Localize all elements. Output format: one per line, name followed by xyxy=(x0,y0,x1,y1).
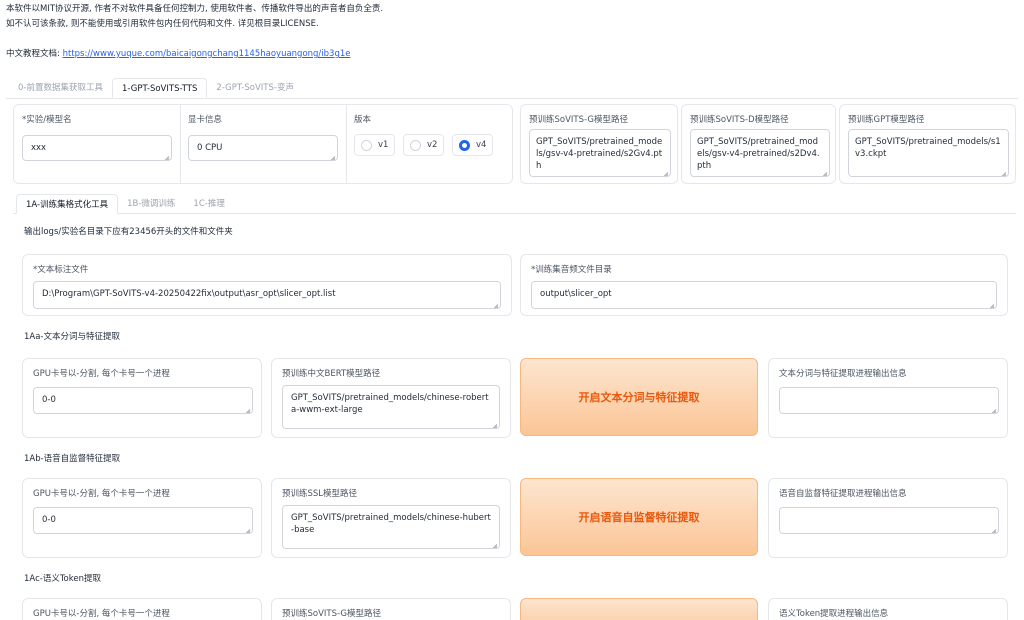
radio-dot xyxy=(361,140,372,151)
list-file-cell: *文本标注文件 D:\Program\GPT-SoVITS-v4-2025042… xyxy=(22,254,512,316)
s2d-input[interactable]: GPT_SoVITS/pretrained_models/gsv-v4-pret… xyxy=(690,129,830,177)
1aa-bert-cell: 预训练中文BERT模型路径 GPT_SoVITS/pretrained_mode… xyxy=(271,358,511,438)
tab-1a-format[interactable]: 1A-训练集格式化工具 xyxy=(16,194,118,214)
license-line-2: 如不认可该条款, 则不能使用或引用软件包内任何代码和文件. 详见根目录LICEN… xyxy=(6,17,383,32)
list-file-input[interactable]: D:\Program\GPT-SoVITS-v4-20250422fix\out… xyxy=(33,281,501,309)
s2g-input[interactable]: GPT_SoVITS/pretrained_models/gsv-v4-pret… xyxy=(529,129,671,177)
1aa-info-cell: 文本分词与特征提取进程输出信息 xyxy=(768,358,1008,438)
1ab-gpu-cell: GPU卡号以-分割, 每个卡号一个进程 0-0 xyxy=(22,478,262,558)
wav-dir-cell: *训练集音频文件目录 output\slicer_opt xyxy=(520,254,1008,316)
doc-line: 中文教程文档: https://www.yuque.com/baicaigong… xyxy=(6,47,351,59)
1ac-info-cell: 语义Token提取进程输出信息 xyxy=(768,598,1008,620)
tab-1c-inference[interactable]: 1C-推理 xyxy=(184,194,233,214)
1ac-gpu-label: GPU卡号以-分割, 每个卡号一个进程 xyxy=(33,607,170,619)
gpu-info-label: 显卡信息 xyxy=(188,113,222,125)
1aa-info-label: 文本分词与特征提取进程输出信息 xyxy=(779,367,907,379)
tab-1b-finetune[interactable]: 1B-微调训练 xyxy=(118,194,184,214)
1ac-model-cell: 预训练SoVITS-G模型路径 xyxy=(271,598,511,620)
1ab-info-cell: 语音自监督特征提取进程输出信息 xyxy=(768,478,1008,558)
1ab-gpu-label: GPU卡号以-分割, 每个卡号一个进程 xyxy=(33,487,170,499)
s2d-cell: 预训练SoVITS-D模型路径 GPT_SoVITS/pretrained_mo… xyxy=(681,104,836,184)
license-line-1: 本软件以MIT协议开源, 作者不对软件具备任何控制力, 使用软件者、传播软件导出… xyxy=(6,2,383,17)
exp-name-input[interactable]: xxx xyxy=(22,135,172,161)
1aa-info-output[interactable] xyxy=(779,387,999,414)
s2g-label: 预训练SoVITS-G模型路径 xyxy=(529,113,628,125)
start-ssl-feature-button[interactable]: 开启语音自监督特征提取 xyxy=(520,478,758,556)
1ab-gpu-input[interactable]: 0-0 xyxy=(33,507,253,534)
wav-dir-label: *训练集音频文件目录 xyxy=(531,263,612,275)
1ac-info-label: 语义Token提取进程输出信息 xyxy=(779,607,888,619)
doc-label: 中文教程文档: xyxy=(6,49,63,59)
version-label: 版本 xyxy=(354,113,371,125)
start-token-extract-button[interactable] xyxy=(520,598,758,620)
1ab-info-label: 语音自监督特征提取进程输出信息 xyxy=(779,487,907,499)
1aa-bert-label: 预训练中文BERT模型路径 xyxy=(282,367,380,379)
start-text-feature-button[interactable]: 开启文本分词与特征提取 xyxy=(520,358,758,436)
output-hint: 输出logs/实验名目录下应有23456开头的文件和文件夹 xyxy=(24,225,233,237)
tab-tts[interactable]: 1-GPT-SoVITS-TTS xyxy=(112,78,207,98)
radio-dot xyxy=(410,140,421,151)
sub-tabs: 1A-训练集格式化工具 1B-微调训练 1C-推理 xyxy=(16,194,234,214)
settings-panel-left: *实验/模型名 xxx 显卡信息 0 CPU 版本 v1 v2 v4 xyxy=(13,104,513,184)
1ac-model-label: 预训练SoVITS-G模型路径 xyxy=(282,607,381,619)
tab-dataset-tools[interactable]: 0-前置数据集获取工具 xyxy=(9,78,112,98)
gpt-input[interactable]: GPT_SoVITS/pretrained_models/s1v3.ckpt xyxy=(848,129,1009,177)
1ab-info-output[interactable] xyxy=(779,507,999,534)
s2d-label: 预训练SoVITS-D模型路径 xyxy=(690,113,789,125)
license-notice: 本软件以MIT协议开源, 作者不对软件具备任何控制力, 使用软件者、传播软件导出… xyxy=(6,2,383,32)
section-1ab-title: 1Ab-语音自监督特征提取 xyxy=(24,452,120,464)
exp-name-label: *实验/模型名 xyxy=(22,113,72,125)
radio-dot-selected xyxy=(459,140,470,151)
1aa-bert-input[interactable]: GPT_SoVITS/pretrained_models/chinese-rob… xyxy=(282,385,500,429)
wav-dir-input[interactable]: output\slicer_opt xyxy=(531,281,997,309)
s2g-cell: 预训练SoVITS-G模型路径 GPT_SoVITS/pretrained_mo… xyxy=(520,104,678,184)
gpt-label: 预训练GPT模型路径 xyxy=(848,113,924,125)
1ab-ssl-input[interactable]: GPT_SoVITS/pretrained_models/chinese-hub… xyxy=(282,505,500,549)
version-v2-radio[interactable]: v2 xyxy=(403,134,444,156)
doc-link[interactable]: https://www.yuque.com/baicaigongchang114… xyxy=(63,49,351,59)
section-1aa-title: 1Aa-文本分词与特征提取 xyxy=(24,330,120,342)
1aa-gpu-label: GPU卡号以-分割, 每个卡号一个进程 xyxy=(33,367,170,379)
1ac-gpu-cell: GPU卡号以-分割, 每个卡号一个进程 xyxy=(22,598,262,620)
version-v1-radio[interactable]: v1 xyxy=(354,134,395,156)
section-1ac-title: 1Ac-语义Token提取 xyxy=(24,572,101,584)
gpt-cell: 预训练GPT模型路径 GPT_SoVITS/pretrained_models/… xyxy=(839,104,1016,184)
tab-voice-change[interactable]: 2-GPT-SoVITS-变声 xyxy=(207,78,303,98)
gpu-info-input[interactable]: 0 CPU xyxy=(188,135,338,161)
1ab-ssl-label: 预训练SSL模型路径 xyxy=(282,487,357,499)
list-file-label: *文本标注文件 xyxy=(33,263,88,275)
1ab-ssl-cell: 预训练SSL模型路径 GPT_SoVITS/pretrained_models/… xyxy=(271,478,511,558)
1aa-gpu-input[interactable]: 0-0 xyxy=(33,387,253,414)
version-v4-radio[interactable]: v4 xyxy=(452,134,493,156)
1aa-gpu-cell: GPU卡号以-分割, 每个卡号一个进程 0-0 xyxy=(22,358,262,438)
main-tabs: 0-前置数据集获取工具 1-GPT-SoVITS-TTS 2-GPT-SoVIT… xyxy=(9,78,303,98)
